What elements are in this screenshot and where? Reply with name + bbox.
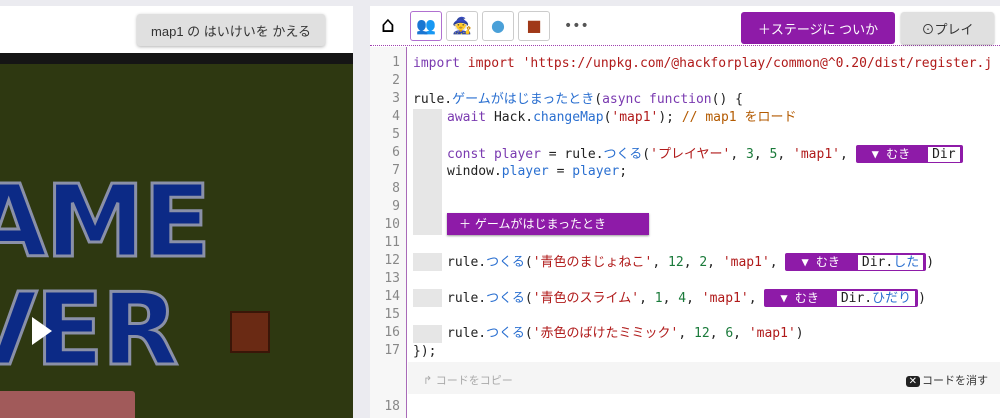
wizard-asset-button[interactable]: 🧙 — [446, 10, 478, 41]
line-gutter: 1 2 3 4 5 6 7 8 9 10 11 12 13 14 15 16 1… — [370, 47, 407, 418]
code-actions-bar: ↱ コードをコピー ✕ コードを消す — [408, 362, 1000, 394]
heroes-asset-button[interactable]: 👥 — [410, 10, 442, 41]
change-background-button[interactable]: map1 の はいけいを かえる — [137, 14, 325, 46]
code-line: window.player = player; — [447, 164, 628, 179]
game-over-text: VER — [0, 270, 180, 390]
home-icon[interactable]: ⌂ — [370, 13, 406, 38]
stage-panel: map1 の はいけいを かえる AME VER — [0, 6, 353, 418]
code-line: rule.つくる('赤色のばけたミミック', 12, 6, 'map1') — [447, 326, 804, 341]
toolbar: ⌂ 👥 🧙 ● ■ ••• ＋ステージに ついか ⊙プレイ — [370, 6, 1000, 46]
chest-sprite — [230, 311, 270, 353]
play-circle-icon: ⊙ — [921, 21, 935, 37]
game-canvas[interactable]: AME VER — [0, 53, 353, 418]
delete-icon: ✕ — [905, 376, 920, 387]
add-to-stage-button[interactable]: ＋ステージに ついか — [741, 12, 895, 44]
code-line: import import 'https://unpkg.com/@hackfo… — [413, 56, 993, 71]
direction-picker[interactable]: ▼ むき Dir.ひだり — [764, 289, 919, 307]
code-line: await Hack.changeMap('map1'); // map1 をロ… — [447, 110, 797, 125]
chest-asset-button[interactable]: ■ — [518, 10, 550, 41]
more-icon[interactable]: ••• — [564, 18, 589, 34]
play-icon[interactable] — [32, 317, 52, 345]
retry-button[interactable] — [0, 391, 135, 418]
copy-code-button[interactable]: ↱ コードをコピー — [423, 372, 513, 388]
code-line: rule.つくる('青色のまじょねこ', 12, 2, 'map1', ▼ むき… — [447, 253, 935, 271]
code-line: rule.つくる('青色のスライム', 1, 4, 'map1', ▼ むき Di… — [447, 289, 926, 307]
game-over-text: AME — [0, 162, 213, 282]
play-button[interactable]: ⊙プレイ — [901, 12, 994, 44]
code-line: }); — [413, 344, 437, 359]
direction-picker[interactable]: ▼ むき Dir.した — [785, 253, 927, 271]
code-line: rule.ゲームがはじまったとき(async function() { — [413, 92, 743, 107]
direction-picker[interactable]: ▼ むき Dir — [855, 145, 963, 163]
clear-code-button[interactable]: ✕ コードを消す — [905, 372, 988, 388]
code-editor[interactable]: 1 2 3 4 5 6 7 8 9 10 11 12 13 14 15 16 1… — [370, 47, 1000, 418]
share-arrow-icon: ↱ — [423, 374, 436, 387]
add-rule-button[interactable]: ＋ ゲームがはじまったとき — [447, 213, 649, 235]
slime-asset-button[interactable]: ● — [482, 10, 514, 41]
code-line: const player = rule.つくる('プレイヤー', 3, 5, '… — [447, 145, 963, 163]
editor-panel: ⌂ 👥 🧙 ● ■ ••• ＋ステージに ついか ⊙プレイ 1 2 3 4 5 … — [370, 6, 1000, 418]
